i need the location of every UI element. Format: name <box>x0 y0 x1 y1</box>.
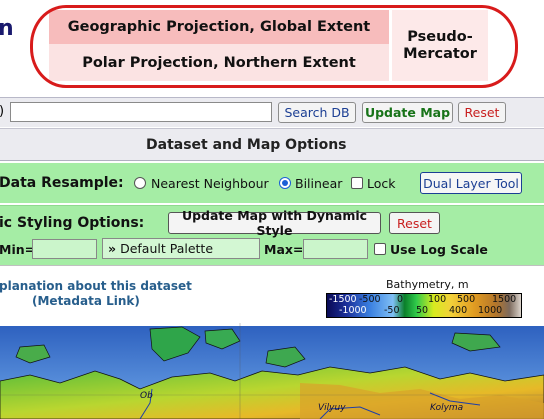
styling-label: ic Styling Options: <box>0 215 145 231</box>
resample-label: Data Resample: <box>0 175 124 191</box>
reset-button[interactable]: Reset <box>458 102 506 123</box>
options-header: Dataset and Map Options <box>0 128 544 161</box>
colorbar-tick: 400 <box>449 305 468 316</box>
colorbar-tick: -50 <box>384 305 400 316</box>
colorbar-tick: -500 <box>359 294 381 305</box>
map-label: Kolyma <box>430 403 464 413</box>
colorbar-tick: -1500 <box>329 294 357 305</box>
polar-projection-option[interactable]: Polar Projection, Northern Extent <box>49 44 389 81</box>
max-label: Max= <box>264 242 304 257</box>
edge-clipped-text: n <box>0 16 14 41</box>
colorbar-tick: 100 <box>428 294 447 305</box>
geographic-projection-option[interactable]: Geographic Projection, Global Extent <box>49 10 389 44</box>
search-bar: ) Search DB Update Map Reset <box>0 97 544 127</box>
update-map-button[interactable]: Update Map <box>362 102 453 123</box>
pseudo-mercator-option[interactable]: Pseudo- Mercator <box>392 10 488 81</box>
dataset-explanation-link[interactable]: planation about this dataset <box>0 279 192 293</box>
lock-label: Lock <box>367 176 396 191</box>
colorbar-tick: -1000 <box>339 305 367 316</box>
search-db-button[interactable]: Search DB <box>278 102 356 123</box>
projection-panel: n Geographic Projection, Global Extent P… <box>0 0 544 97</box>
max-input[interactable] <box>303 239 368 259</box>
colorbar-tick: 500 <box>457 294 476 305</box>
min-input[interactable] <box>32 239 97 259</box>
colorbar-tick: 1500 <box>492 294 517 305</box>
colorbar-title: Bathymetry, m <box>386 278 469 291</box>
min-label: Min= <box>0 242 36 257</box>
map-view[interactable]: Ob Vilyuy Kolyma <box>0 323 544 419</box>
nearest-neighbour-label: Nearest Neighbour <box>151 176 269 191</box>
palette-select[interactable]: » Default Palette <box>102 238 260 259</box>
dual-layer-tool-button[interactable]: Dual Layer Tool <box>420 172 522 194</box>
bathymetry-colorbar: -1500 -500 0 100 500 1500 -1000 -50 50 4… <box>326 293 522 318</box>
metadata-link[interactable]: (Metadata Link) <box>32 294 140 308</box>
palette-value: Default Palette <box>120 241 214 256</box>
log-scale-label: Use Log Scale <box>390 242 488 257</box>
log-scale-checkbox[interactable] <box>374 243 386 255</box>
colorbar-tick: 50 <box>416 305 429 316</box>
resample-row: Data Resample: Nearest Neighbour Bilinea… <box>0 163 544 203</box>
bilinear-radio[interactable] <box>279 177 291 189</box>
style-reset-button[interactable]: Reset <box>389 212 440 234</box>
search-input[interactable] <box>10 102 272 122</box>
map-label: Ob <box>140 391 153 401</box>
bilinear-label: Bilinear <box>295 176 343 191</box>
colorbar-tick: 0 <box>397 294 404 305</box>
colorbar-tick: 1000 <box>478 305 503 316</box>
update-dynamic-style-button[interactable]: Update Map with Dynamic Style <box>168 208 381 238</box>
search-paren-text: ) <box>0 104 4 119</box>
styling-row: ic Styling Options: Update Map with Dyna… <box>0 205 544 265</box>
nearest-neighbour-radio[interactable] <box>134 177 146 189</box>
lock-checkbox[interactable] <box>351 177 363 189</box>
map-label: Vilyuy <box>318 403 346 413</box>
info-row: planation about this dataset (Metadata L… <box>0 265 544 323</box>
double-chevron-right-icon: » <box>108 241 117 256</box>
